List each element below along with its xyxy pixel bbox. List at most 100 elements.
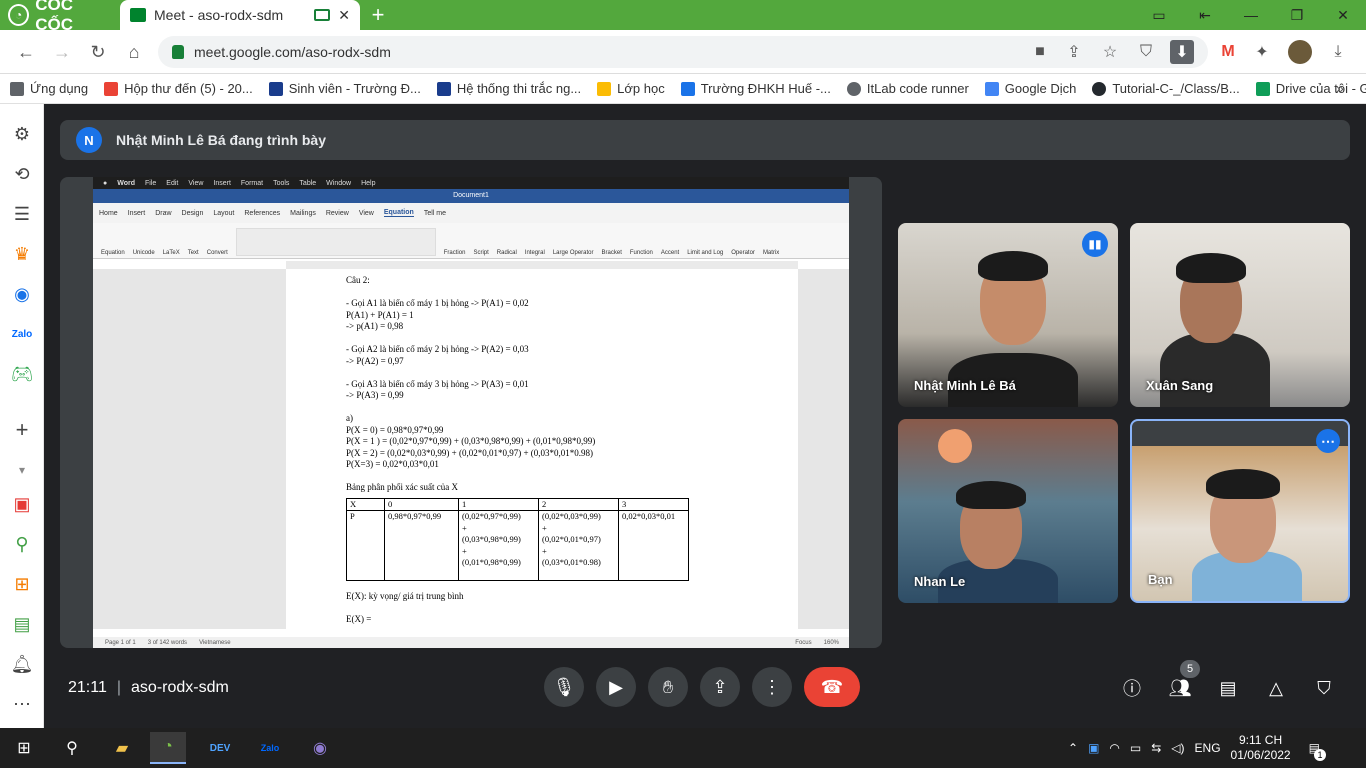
- devcpp-taskbar-button[interactable]: DEV: [202, 732, 238, 764]
- doc-line: [346, 287, 798, 299]
- wifi-icon[interactable]: ◠: [1109, 741, 1119, 755]
- coccoc-icon: ◔: [163, 738, 173, 755]
- language-indicator[interactable]: ENG: [1195, 741, 1221, 755]
- settings-gear-icon[interactable]: ⚙: [8, 120, 36, 148]
- clock[interactable]: 9:11 CH 01/06/2022: [1231, 733, 1291, 763]
- more-options-button[interactable]: ⋮: [752, 667, 792, 707]
- tab-close-icon[interactable]: ✕: [338, 7, 350, 24]
- coccoc-menu-button[interactable]: ◔ CỐC CỐC: [0, 0, 112, 34]
- messenger-icon[interactable]: ◉: [8, 280, 36, 308]
- zalo-icon[interactable]: Zalo: [8, 320, 36, 348]
- notifications-icon[interactable]: ▤ 1: [1309, 741, 1326, 761]
- bookmark-itlab[interactable]: ItLab code runner: [846, 81, 969, 96]
- minimize-button[interactable]: —: [1228, 0, 1274, 30]
- downloads-icon[interactable]: ⤓: [1326, 40, 1350, 64]
- eclipse-taskbar-button[interactable]: ◉: [302, 732, 338, 764]
- ribbon-tab: Insert: [127, 209, 146, 217]
- participant-tile[interactable]: ▮▮ Nhật Minh Lê Bá: [898, 223, 1118, 407]
- more-options-icon[interactable]: ⋯: [1316, 429, 1340, 453]
- bell-icon[interactable]: 🔔︎: [8, 650, 36, 678]
- zalo-taskbar-button[interactable]: Zalo: [252, 732, 288, 764]
- doc-line: [346, 402, 798, 414]
- raise-hand-button[interactable]: ✋︎: [648, 667, 688, 707]
- forward-icon[interactable]: →: [48, 38, 76, 66]
- crown-icon[interactable]: ♛: [8, 240, 36, 268]
- back-arrow-icon[interactable]: ⇤: [1182, 0, 1228, 30]
- bookmark-github[interactable]: Tutorial-C-_/Class/B...: [1092, 81, 1240, 96]
- reading-list-icon[interactable]: ☰: [8, 200, 36, 228]
- reload-icon[interactable]: ↻: [84, 38, 112, 66]
- equation-ribbon: Equation Unicode LaTeX Text Convert Frac…: [93, 223, 849, 259]
- more-icon[interactable]: ⋯: [8, 690, 36, 718]
- map-pin-icon[interactable]: ⚲: [8, 530, 36, 558]
- bookmark-exam[interactable]: Hệ thống thi trắc ng...: [436, 81, 581, 96]
- sheet-icon[interactable]: ▤: [8, 610, 36, 638]
- video-camera-icon: ▶: [609, 676, 623, 697]
- maximize-button[interactable]: ❐: [1274, 0, 1320, 30]
- distribution-table: X 0 1 2 3 P 0,98*0,97*0,99 (0,02*0,97*0,…: [346, 497, 689, 581]
- document-page: Câu 2: - Gọi A1 là biến cố máy 1 bị hỏng …: [286, 269, 798, 629]
- bookmark-drive[interactable]: Drive của tôi - Googl...: [1255, 81, 1366, 96]
- bookmarks-overflow-icon[interactable]: »: [1336, 80, 1344, 96]
- chevron-up-icon[interactable]: ⌃: [1068, 741, 1078, 755]
- university-shield-icon: [268, 81, 283, 96]
- start-button[interactable]: ⊞: [6, 732, 42, 764]
- ribbon-item: Operator: [731, 250, 755, 256]
- bookmark-translate[interactable]: Google Dịch: [984, 81, 1076, 96]
- new-tab-button[interactable]: +: [366, 3, 390, 27]
- chevron-down-icon[interactable]: ▾: [8, 456, 36, 484]
- volume-icon[interactable]: ◁): [1171, 741, 1184, 755]
- microphone-icon: 🎙︎: [552, 676, 576, 697]
- profile-avatar[interactable]: [1288, 40, 1312, 64]
- download-extension-icon[interactable]: ⬇: [1170, 40, 1194, 64]
- share-icon[interactable]: ⇪: [1062, 40, 1086, 64]
- bookmark-university[interactable]: Trường ĐHKH Huế -...: [680, 81, 831, 96]
- microphone-button[interactable]: 🎙︎: [544, 667, 584, 707]
- gamepad-icon[interactable]: 🎮︎: [8, 360, 36, 388]
- file-explorer-button[interactable]: ▰: [104, 732, 140, 764]
- cart-icon[interactable]: ⊞: [8, 570, 36, 598]
- bookmark-apps[interactable]: Ứng dụng: [10, 81, 88, 96]
- participant-tile[interactable]: Nhan Le: [898, 419, 1118, 603]
- tab-meet[interactable]: Meet - aso-rodx-sdm ✕: [120, 0, 360, 30]
- present-button[interactable]: ⇪: [700, 667, 740, 707]
- close-window-button[interactable]: ✕: [1320, 0, 1366, 30]
- menu-insert: Insert: [213, 179, 231, 187]
- table-cell: 1: [458, 497, 539, 511]
- bookmark-classroom[interactable]: Lớp học: [597, 81, 665, 96]
- home-icon[interactable]: ⌂: [120, 38, 148, 66]
- battery-icon[interactable]: ▭: [1130, 741, 1141, 755]
- participant-name: Nhật Minh Lê Bá: [914, 378, 1016, 393]
- shield-icon[interactable]: ⛉: [1134, 40, 1158, 64]
- tab-search-icon[interactable]: ▭: [1136, 0, 1182, 30]
- coccoc-taskbar-button[interactable]: ◔: [150, 732, 186, 764]
- table-cell: 0,02*0,03*0,01: [618, 510, 689, 581]
- gmail-extension-icon[interactable]: M: [1216, 40, 1240, 64]
- end-call-button[interactable]: ☎: [804, 667, 860, 707]
- shopping-bag-icon[interactable]: ▣: [8, 490, 36, 518]
- chat-button[interactable]: ▤: [1215, 675, 1241, 701]
- participant-tile[interactable]: Xuân Sang: [1130, 223, 1350, 407]
- bookmark-gmail[interactable]: Hộp thư đến (5) - 20...: [104, 81, 253, 96]
- shared-word-window: ● Word File Edit View Insert Format Tool…: [93, 177, 849, 648]
- apple-icon: ●: [103, 179, 108, 187]
- meeting-details-button[interactable]: ⓘ: [1119, 675, 1145, 701]
- camera-button[interactable]: ▶: [596, 667, 636, 707]
- host-controls-button[interactable]: ⛉: [1311, 675, 1337, 701]
- eclipse-icon: ◉: [313, 740, 327, 757]
- camera-icon[interactable]: ■: [1028, 40, 1052, 64]
- app-tray-icon[interactable]: ▣: [1088, 741, 1099, 755]
- history-icon[interactable]: ⟲: [8, 160, 36, 188]
- tab-title: Meet - aso-rodx-sdm: [154, 7, 284, 23]
- participant-tile-self[interactable]: ⋯ Bạn: [1130, 419, 1350, 603]
- star-icon[interactable]: ☆: [1098, 40, 1122, 64]
- ribbon-tab: Design: [181, 209, 204, 217]
- activities-button[interactable]: △: [1263, 675, 1289, 701]
- search-button[interactable]: ⚲: [54, 732, 90, 764]
- people-button[interactable]: 👥︎: [1167, 675, 1193, 701]
- bookmark-student[interactable]: Sinh viên - Trường Đ...: [268, 81, 421, 96]
- add-icon[interactable]: +: [8, 416, 36, 444]
- back-icon[interactable]: ←: [12, 38, 40, 66]
- sync-icon[interactable]: ⇆: [1151, 741, 1161, 755]
- extensions-icon[interactable]: ✦: [1250, 40, 1274, 64]
